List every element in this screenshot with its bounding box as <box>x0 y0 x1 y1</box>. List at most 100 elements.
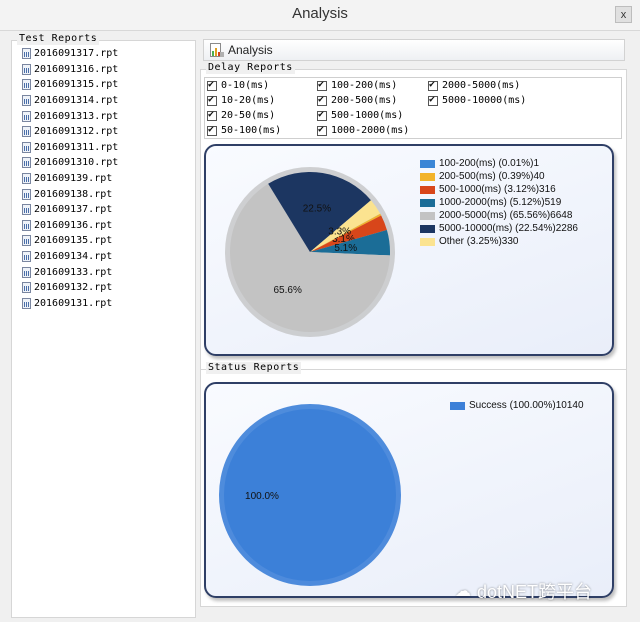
report-file-name: 2016091316.rpt <box>34 63 119 75</box>
delay-checkbox[interactable]: 200-500(ms) <box>317 94 397 106</box>
delay-checkbox[interactable]: 1000-2000(ms) <box>317 124 409 136</box>
report-file-icon <box>22 63 31 75</box>
delay-checkbox-label: 2000-5000(ms) <box>442 80 521 91</box>
delay-checkbox[interactable]: 10-20(ms) <box>207 94 276 106</box>
report-file-name: 201609133.rpt <box>34 266 113 278</box>
status-chart-panel: 100.0% Success (100.00%)10140 <box>204 382 614 598</box>
report-list-item[interactable]: 201609133.rpt <box>22 264 118 280</box>
legend-item: 100-200(ms) (0.01%)1 <box>420 158 539 169</box>
checkbox-check-icon[interactable] <box>207 94 217 106</box>
report-file-icon <box>22 204 31 216</box>
report-file-icon <box>22 297 31 309</box>
delay-checkbox-label: 500-1000(ms) <box>331 110 404 121</box>
window-title: Analysis <box>292 5 348 22</box>
delay-pie-chart: 0.4%3.1%5.1%65.6%22.5%3.3% <box>225 167 395 337</box>
delay-checkbox[interactable]: 100-200(ms) <box>317 79 398 91</box>
test-reports-title: Test Reports <box>17 33 100 45</box>
report-list-item[interactable]: 201609136.rpt <box>22 218 118 234</box>
wechat-icon: ☁ <box>455 583 471 600</box>
report-list-item[interactable]: 2016091316.rpt <box>22 62 118 78</box>
report-list-item[interactable]: 201609131.rpt <box>22 296 118 312</box>
pie-slice-label: 100.0% <box>245 491 279 502</box>
title-bar: Analysis x <box>0 0 640 31</box>
report-file-icon <box>22 141 31 153</box>
legend-item: Other (3.25%)330 <box>420 236 519 247</box>
report-list-item[interactable]: 201609137.rpt <box>22 202 118 218</box>
report-file-name: 201609131.rpt <box>34 297 113 309</box>
report-list-item[interactable]: 2016091315.rpt <box>22 77 118 93</box>
legend-swatch <box>420 185 435 194</box>
report-list-item[interactable]: 2016091314.rpt <box>22 93 118 109</box>
chart-document-icon <box>210 43 224 57</box>
status-pie-chart: 100.0% <box>219 404 401 586</box>
report-file-icon <box>22 95 31 107</box>
legend-swatch <box>420 172 435 181</box>
report-file-name: 2016091317.rpt <box>34 48 119 60</box>
close-button[interactable]: x <box>615 6 632 23</box>
checkbox-check-icon[interactable] <box>317 109 327 121</box>
delay-checkbox[interactable]: 0-10(ms) <box>207 79 269 91</box>
analysis-tab[interactable]: Analysis <box>203 39 625 61</box>
delay-checkbox[interactable]: 500-1000(ms) <box>317 109 404 121</box>
legend-label: Other (3.25%)330 <box>439 236 519 247</box>
delay-checkbox[interactable]: 50-100(ms) <box>207 124 282 136</box>
checkbox-check-icon[interactable] <box>317 79 327 91</box>
checkbox-check-icon[interactable] <box>207 79 217 91</box>
legend-label: 200-500(ms) (0.39%)40 <box>439 171 545 182</box>
checkbox-check-icon[interactable] <box>317 124 327 136</box>
legend-label: 100-200(ms) (0.01%)1 <box>439 158 540 169</box>
window-client: Test Reports 2016091317.rpt 2016091316.rp… <box>0 31 640 622</box>
checkbox-check-icon[interactable] <box>207 124 217 136</box>
checkbox-check-icon[interactable] <box>317 94 327 106</box>
checkbox-check-icon[interactable] <box>207 109 217 121</box>
report-list-item[interactable]: 201609132.rpt <box>22 280 118 296</box>
legend-swatch <box>420 211 435 220</box>
delay-checkbox[interactable]: 5000-10000(ms) <box>428 94 527 106</box>
report-file-name: 2016091314.rpt <box>34 95 119 107</box>
legend-label: 1000-2000(ms) (5.12%)519 <box>439 197 562 208</box>
legend-label: 2000-5000(ms) (65.56%)6648 <box>439 210 573 221</box>
report-file-icon <box>22 110 31 122</box>
report-file-icon <box>22 173 31 185</box>
delay-checkbox[interactable]: 2000-5000(ms) <box>428 79 521 91</box>
report-list-item[interactable]: 2016091311.rpt <box>22 140 118 156</box>
report-file-name: 201609139.rpt <box>34 173 113 185</box>
report-list-item[interactable]: 2016091313.rpt <box>22 108 118 124</box>
report-file-name: 201609132.rpt <box>34 282 113 294</box>
legend-item: 200-500(ms) (0.39%)40 <box>420 171 545 182</box>
status-reports-title: Status Reports <box>206 362 302 374</box>
delay-checkbox-label: 50-100(ms) <box>221 125 282 136</box>
pie-slice-label: 22.5% <box>303 204 331 215</box>
checkbox-check-icon[interactable] <box>428 79 438 91</box>
report-file-name: 201609134.rpt <box>34 251 113 263</box>
report-list-item[interactable]: 201609135.rpt <box>22 233 118 249</box>
legend-swatch <box>420 159 435 168</box>
report-list: 2016091317.rpt 2016091316.rpt 2016091315.r… <box>22 46 118 311</box>
delay-checkbox-label: 5000-10000(ms) <box>442 95 527 106</box>
legend-swatch <box>420 198 435 207</box>
report-file-icon <box>22 266 31 278</box>
delay-checkbox-label: 10-20(ms) <box>221 95 276 106</box>
report-list-item[interactable]: 201609139.rpt <box>22 171 118 187</box>
report-list-item[interactable]: 201609138.rpt <box>22 186 118 202</box>
report-file-icon <box>22 251 31 263</box>
pie-slice-label: 3.3% <box>328 227 351 238</box>
report-file-name: 2016091313.rpt <box>34 110 119 122</box>
report-file-name: 2016091311.rpt <box>34 141 119 153</box>
legend-label: Success (100.00%)10140 <box>469 400 584 411</box>
test-reports-group: Test Reports 2016091317.rpt 2016091316.rp… <box>11 33 196 618</box>
report-file-name: 201609137.rpt <box>34 204 113 216</box>
report-file-icon <box>22 219 31 231</box>
report-list-item[interactable]: 2016091312.rpt <box>22 124 118 140</box>
delay-checkbox[interactable]: 20-50(ms) <box>207 109 275 121</box>
checkbox-check-icon[interactable] <box>428 94 438 106</box>
legend-swatch <box>450 401 465 410</box>
report-file-icon <box>22 48 31 60</box>
report-file-icon <box>22 235 31 247</box>
report-list-item[interactable]: 201609134.rpt <box>22 249 118 265</box>
watermark-text: dotNET跨平台 <box>477 582 593 602</box>
report-list-item[interactable]: 2016091310.rpt <box>22 155 118 171</box>
delay-checkbox-label: 100-200(ms) <box>331 80 398 91</box>
report-list-item[interactable]: 2016091317.rpt <box>22 46 118 62</box>
report-file-name: 2016091310.rpt <box>34 157 119 169</box>
